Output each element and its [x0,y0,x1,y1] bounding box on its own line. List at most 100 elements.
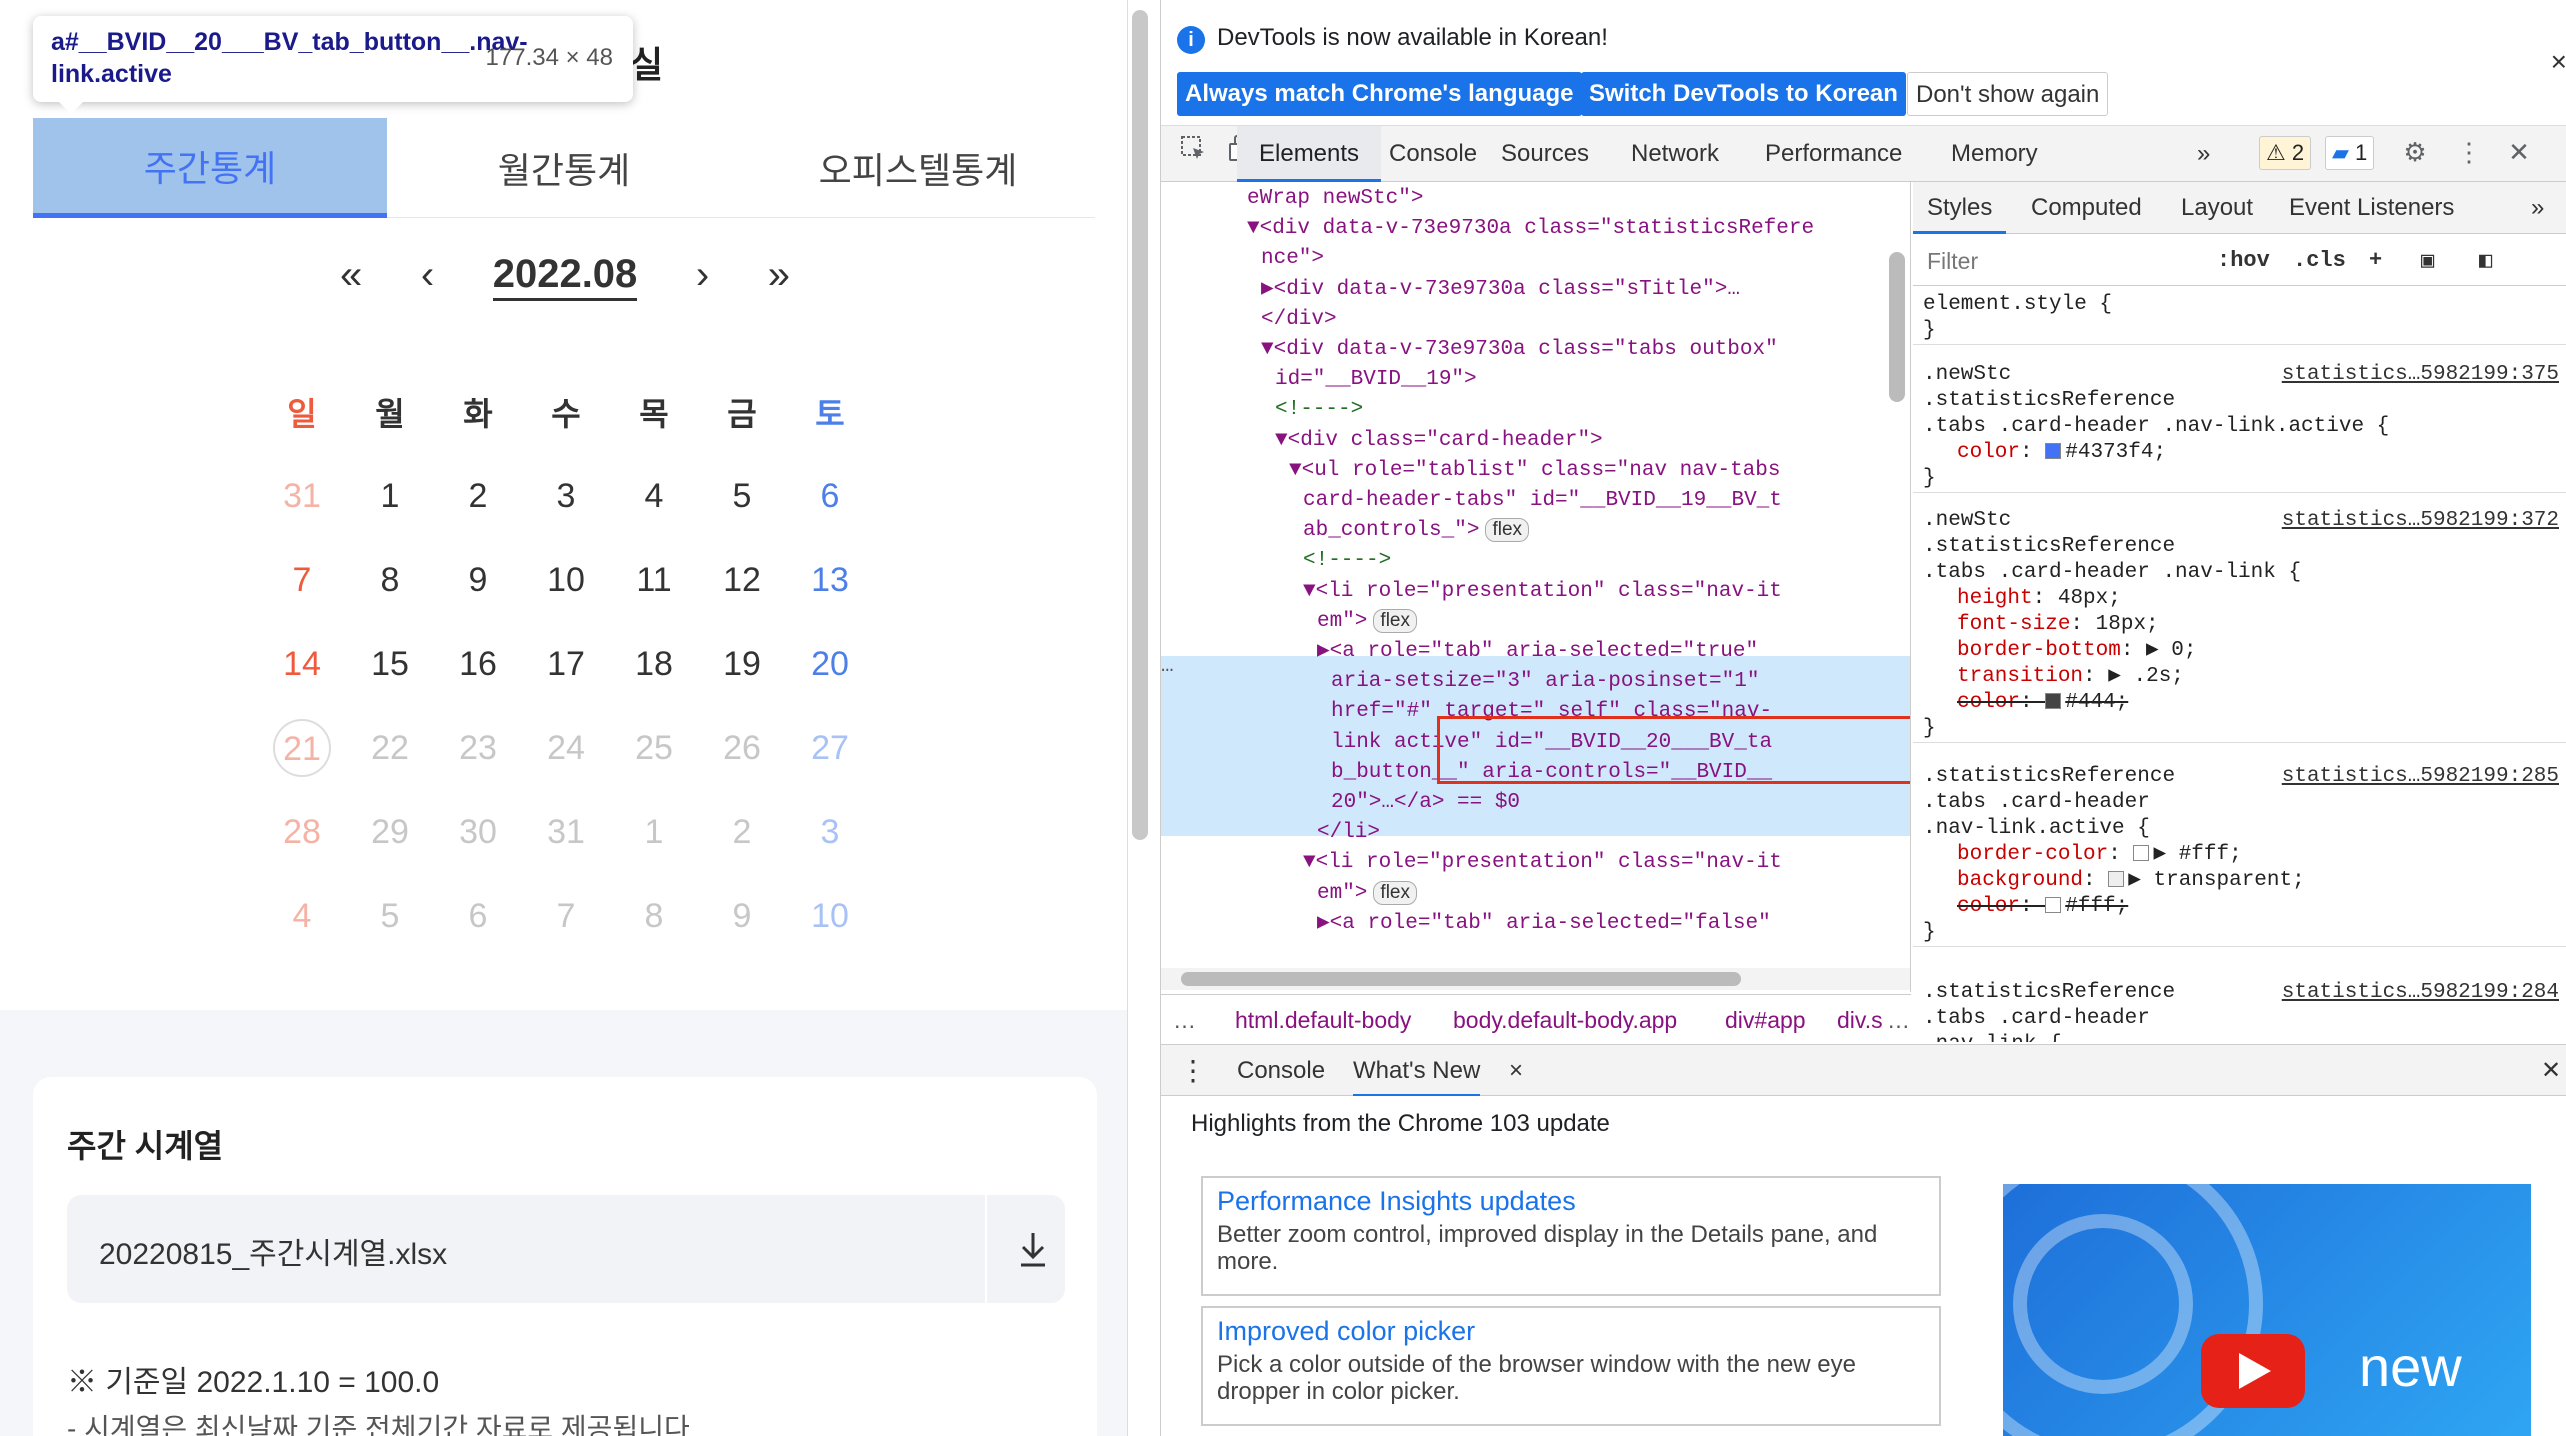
close-drawer-icon[interactable]: ✕ [2541,1045,2561,1097]
tab-styles[interactable]: Styles [1913,182,2007,234]
css-property[interactable]: border-color: ▶ #fff; [1923,842,2566,868]
tab-console[interactable]: Console [1389,126,1477,182]
color-swatch-icon[interactable] [2045,443,2062,460]
calendar-day[interactable]: 20 [786,645,874,684]
css-property[interactable]: height: 48px; [1923,586,2566,612]
calendar-day[interactable]: 31 [522,813,610,852]
css-rule[interactable]: .statisticsReference .tabs .card-header … [1913,976,2566,1042]
feature-title[interactable]: Performance Insights updates [1217,1186,1925,1217]
warnings-badge[interactable]: ⚠ 2 [2259,136,2312,170]
youtube-play-icon[interactable] [2201,1334,2305,1408]
messages-badge[interactable]: ▰ 1 [2325,136,2375,170]
filter-input[interactable]: Filter [1927,248,1978,275]
calendar-day[interactable]: 8 [346,561,434,600]
tab-layout[interactable]: Layout [2181,182,2253,234]
settings-gear-icon[interactable]: ⚙ [2397,134,2433,170]
dom-node-line[interactable]: em"> flex [1317,607,1417,637]
calendar-day[interactable]: 13 [786,561,874,600]
page-scrollbar[interactable] [1132,10,1148,840]
dont-show-again-button[interactable]: Don't show again [1907,72,2109,116]
css-source-link[interactable]: statistics…5982199:372 [2282,508,2559,534]
hov-toggle[interactable]: :hov [2217,248,2270,273]
calendar-day[interactable]: 11 [610,561,698,600]
calendar-day[interactable]: 7 [258,561,346,600]
calendar-day[interactable]: 26 [698,729,786,768]
add-rule-icon[interactable]: + [2369,248,2382,273]
dom-node-line[interactable]: <!----> [1275,395,1363,425]
breadcrumb-body[interactable]: body.default-body.app [1453,995,1677,1044]
dom-node-line[interactable]: ▼<li role="presentation" class="nav-it [1303,848,1782,878]
cls-toggle[interactable]: .cls [2293,248,2346,273]
color-swatch-icon[interactable] [2133,845,2150,862]
close-whatsnew-icon[interactable]: × [1509,1045,1523,1097]
switch-korean-button[interactable]: Switch DevTools to Korean [1581,72,1906,116]
css-rule[interactable]: .newStc .statisticsReference .tabs .card… [1913,358,2566,493]
dom-node-line[interactable]: ▼<div data-v-73e9730a class="tabs outbox… [1261,335,1778,365]
dom-node-line[interactable]: </div> [1261,305,1337,335]
calendar-day[interactable]: 16 [434,645,522,684]
css-property[interactable]: font-size: 18px; [1923,612,2566,638]
calendar-day[interactable]: 4 [258,897,346,936]
flex-badge[interactable]: flex [1485,518,1530,543]
next-month-button[interactable]: › [696,253,709,298]
elements-vscroll[interactable] [1889,252,1905,402]
tab-event-listeners[interactable]: Event Listeners [2289,182,2454,234]
dom-node-line[interactable]: ▶<a role="tab" aria-selected="true" [1317,637,1758,667]
calendar-day[interactable]: 24 [522,729,610,768]
calendar-day[interactable]: 1 [610,813,698,852]
breadcrumb-div-app[interactable]: div#app [1725,995,1806,1044]
breadcrumb-html[interactable]: html.default-body [1235,995,1411,1044]
first-month-button[interactable]: « [340,253,362,298]
video-thumbnail[interactable]: new [2003,1184,2531,1436]
drawer-tab-console[interactable]: Console [1237,1045,1325,1097]
calendar-day[interactable]: 30 [434,813,522,852]
dom-node-line[interactable]: ▶<div data-v-73e9730a class="sTitle">… [1261,275,1740,305]
paint-icon[interactable]: ▣ [2421,248,2434,274]
calendar-day[interactable]: 25 [610,729,698,768]
dom-node-line[interactable]: ▼<div class="card-header"> [1275,426,1603,456]
calendar-day[interactable]: 15 [346,645,434,684]
current-month[interactable]: 2022.08 [492,250,638,301]
flex-badge[interactable]: flex [1373,880,1417,905]
calendar-day[interactable]: 6 [434,897,522,936]
css-rule[interactable]: element.style {} [1913,288,2566,345]
stat-tab[interactable]: 주간통계 [33,118,387,218]
dom-node-line[interactable]: em"> flex [1317,879,1417,909]
dom-node-line[interactable]: <!----> [1303,546,1391,576]
color-swatch-icon[interactable] [2108,871,2125,888]
css-property[interactable]: border-bottom: ▶ 0; [1923,638,2566,664]
close-devtools-icon[interactable]: ✕ [2501,134,2537,170]
calendar-day[interactable]: 9 [698,897,786,936]
last-month-button[interactable]: » [768,253,790,298]
color-swatch-icon[interactable] [2045,693,2062,710]
css-rule[interactable]: .statisticsReference .tabs .card-header … [1913,760,2566,947]
calendar-day[interactable]: 23 [434,729,522,768]
drawer-tab-whatsnew[interactable]: What's New [1353,1045,1481,1097]
calendar-day[interactable]: 3 [522,477,610,516]
calendar-day[interactable]: 17 [522,645,610,684]
elements-hscroll[interactable] [1161,968,1910,990]
calendar-day[interactable]: 2 [698,813,786,852]
dom-node-line[interactable]: ▶<a role="tab" aria-selected="false" [1317,909,1771,939]
calendar-day[interactable]: 31 [258,477,346,516]
more-panes-icon[interactable]: » [2531,182,2544,234]
css-rule[interactable]: .newStc .statisticsReference .tabs .card… [1913,504,2566,743]
dom-node-line[interactable]: ▼<ul role="tablist" class="nav nav-tabs [1289,456,1780,486]
calendar-day[interactable]: 10 [522,561,610,600]
calendar-day[interactable]: 22 [346,729,434,768]
breadcrumb-more-right[interactable]: … [1887,995,1910,1044]
dom-node-line[interactable]: 20">…</a> == $0 [1331,788,1520,818]
match-language-button[interactable]: Always match Chrome's language [1177,72,1582,116]
breadcrumb-more-left[interactable]: … [1173,995,1196,1044]
css-source-link[interactable]: statistics…5982199:375 [2282,362,2559,388]
dom-node-line[interactable]: ▼<li role="presentation" class="nav-it [1303,577,1782,607]
calendar-day[interactable]: 5 [346,897,434,936]
css-property[interactable]: color: #4373f4; [1923,440,2566,466]
dom-node-line[interactable]: eWrap newStc"> [1247,184,1423,214]
dom-node-line[interactable]: </li> [1317,818,1380,848]
dom-node-line[interactable]: ab_controls_"> flex [1303,516,1530,546]
calendar-day[interactable]: 18 [610,645,698,684]
tab-elements[interactable]: Elements [1237,126,1382,182]
calendar-day[interactable]: 12 [698,561,786,600]
tab-memory[interactable]: Memory [1951,126,2038,182]
